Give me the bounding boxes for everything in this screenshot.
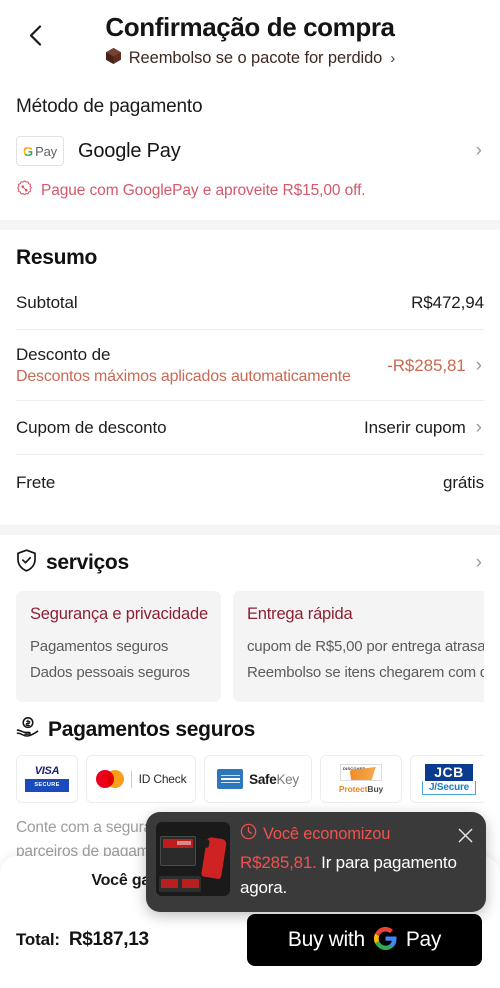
checkout-screen: Confirmação de compra Reembolso se o pac… bbox=[0, 0, 500, 988]
visa-secure-badge: VISA SECURE bbox=[16, 755, 78, 803]
chevron-right-icon: › bbox=[390, 50, 396, 67]
back-button[interactable] bbox=[22, 22, 48, 48]
safekey-label: SafeKey bbox=[249, 772, 299, 787]
amex-safekey-badge: SafeKey bbox=[204, 755, 312, 803]
toast-body: Você economizou R$285,81. Ir para pagame… bbox=[240, 822, 474, 900]
protectbuy-light: Buy bbox=[367, 784, 384, 794]
safekey-light: Key bbox=[276, 771, 299, 787]
total-label: Total: bbox=[16, 930, 60, 949]
refund-guarantee-link[interactable]: Reembolso se o pacote for perdido › bbox=[0, 47, 500, 70]
summary-title: Resumo bbox=[16, 246, 98, 269]
services-section: serviços › Segurança e privacidade Pagam… bbox=[0, 535, 500, 702]
mastercard-circles-icon bbox=[95, 770, 124, 788]
service-card-security[interactable]: Segurança e privacidade Pagamentos segur… bbox=[16, 591, 221, 702]
jcb-wordmark: JCB bbox=[425, 763, 473, 781]
refund-text: Reembolso se o pacote for perdido bbox=[128, 49, 383, 67]
visa-secure-label: SECURE bbox=[25, 778, 69, 793]
service-card-title: Segurança e privacidade bbox=[30, 605, 208, 623]
payment-method-name: Google Pay bbox=[78, 139, 181, 162]
buy-with-google-pay-button[interactable]: Buy with Pay bbox=[247, 914, 482, 966]
total-block: Total: R$187,13 bbox=[16, 929, 149, 951]
protectbuy-label: ProtectBuy bbox=[339, 784, 383, 794]
google-g-icon bbox=[373, 927, 397, 953]
coupon-action-label: Inserir cupom bbox=[363, 418, 466, 437]
summary-label: Desconto de bbox=[16, 345, 111, 364]
badge-divider bbox=[130, 770, 132, 788]
shield-check-icon bbox=[16, 549, 37, 577]
chevron-right-icon: › bbox=[475, 354, 482, 376]
services-title: serviços bbox=[46, 551, 129, 574]
toast-amount: R$285,81. bbox=[240, 853, 317, 872]
chevron-right-icon: › bbox=[475, 417, 482, 438]
discount-tag-icon bbox=[16, 180, 33, 202]
summary-value: grátis bbox=[443, 472, 484, 492]
payment-method-section: Método de pagamento G Pay Google Pay › P… bbox=[0, 84, 500, 202]
id-check-label: ID Check bbox=[138, 772, 187, 786]
discover-logo-icon: DISCOVER bbox=[339, 764, 382, 781]
payment-promo-row: Pague com GooglePay e aproveite R$15,00 … bbox=[16, 180, 484, 202]
jcb-jsecure-badge: JCB J/Secure bbox=[410, 755, 484, 803]
services-header[interactable]: serviços › bbox=[16, 549, 484, 577]
toast-message: R$285,81. Ir para pagamento agora. bbox=[240, 850, 474, 900]
google-g-letter: G bbox=[23, 143, 34, 159]
gpay-pay-word: Pay bbox=[35, 143, 57, 159]
page-header: Confirmação de compra Reembolso se o pac… bbox=[0, 0, 500, 84]
discover-protectbuy-badge: DISCOVER ProtectBuy bbox=[320, 755, 402, 803]
summary-row-shipping: Frete grátis bbox=[16, 455, 484, 509]
gpay-pay-label: Pay bbox=[405, 928, 442, 951]
order-summary-section: Resumo Subtotal R$472,94 Desconto de Des… bbox=[0, 230, 500, 509]
toast-close-button[interactable] bbox=[454, 824, 476, 846]
buy-with-label: Buy with bbox=[287, 928, 365, 951]
secure-payments-title: Pagamentos seguros bbox=[48, 717, 255, 741]
payment-network-badges: VISA SECURE ID Check SafeKey DISCOVER Pr… bbox=[16, 755, 484, 803]
service-card-line: cupom de R$5,00 por entrega atrasada bbox=[247, 638, 484, 655]
payment-promo-text: Pague com GooglePay e aproveite R$15,00 … bbox=[41, 182, 366, 199]
summary-label: Cupom de desconto bbox=[16, 418, 167, 437]
jsecure-label: J/Secure bbox=[421, 780, 477, 795]
payment-method-title: Método de pagamento bbox=[16, 96, 203, 117]
amex-logo-icon bbox=[217, 769, 244, 789]
mastercard-id-check-badge: ID Check bbox=[86, 755, 196, 803]
summary-label: Subtotal bbox=[16, 293, 78, 312]
google-pay-logo-icon: G Pay bbox=[16, 136, 64, 166]
visa-wordmark: VISA bbox=[34, 764, 60, 777]
hand-coin-icon bbox=[16, 716, 39, 743]
summary-value: R$472,94 bbox=[411, 293, 484, 312]
summary-sublabel: Descontos máximos aplicados automaticame… bbox=[16, 368, 351, 385]
summary-row-subtotal: Subtotal R$472,94 bbox=[16, 276, 484, 330]
page-title: Confirmação de compra bbox=[105, 12, 395, 42]
section-divider-band bbox=[0, 220, 500, 230]
service-card-line: Dados pessoais seguros bbox=[30, 664, 190, 681]
savings-toast[interactable]: Você economizou R$285,81. Ir para pagame… bbox=[146, 812, 486, 912]
secure-payments-header: Pagamentos seguros bbox=[16, 716, 484, 743]
total-value: R$187,13 bbox=[68, 929, 149, 950]
summary-label: Frete bbox=[16, 472, 56, 492]
product-thumbnail bbox=[156, 822, 230, 896]
chevron-right-icon: › bbox=[475, 140, 482, 161]
service-card-title: Entrega rápida bbox=[247, 605, 353, 623]
toast-title: Você economizou bbox=[263, 824, 391, 843]
payment-method-row[interactable]: G Pay Google Pay › bbox=[16, 136, 484, 166]
package-box-icon bbox=[105, 47, 122, 70]
summary-discount-value: -R$285,81 bbox=[387, 355, 466, 375]
safekey-bold: Safe bbox=[249, 771, 277, 787]
close-icon bbox=[458, 828, 472, 842]
clock-icon bbox=[240, 823, 257, 845]
chevron-right-icon: › bbox=[475, 552, 482, 573]
chevron-left-icon bbox=[29, 24, 42, 46]
toast-pointer-tail bbox=[205, 897, 227, 910]
service-card-line: Reembolso se itens chegarem com dano bbox=[247, 664, 484, 681]
summary-row-discount[interactable]: Desconto de Descontos máximos aplicados … bbox=[16, 330, 484, 401]
pay-bar: Total: R$187,13 Buy with Pay bbox=[0, 914, 500, 988]
services-card-list[interactable]: Segurança e privacidade Pagamentos segur… bbox=[16, 591, 484, 702]
service-card-line: Pagamentos seguros bbox=[30, 638, 169, 655]
section-divider-band bbox=[0, 525, 500, 535]
summary-row-coupon[interactable]: Cupom de desconto Inserir cupom › bbox=[16, 401, 484, 455]
service-card-fast-delivery[interactable]: Entrega rápida cupom de R$5,00 por entre… bbox=[233, 591, 484, 702]
protectbuy-bold: Protect bbox=[338, 784, 368, 794]
